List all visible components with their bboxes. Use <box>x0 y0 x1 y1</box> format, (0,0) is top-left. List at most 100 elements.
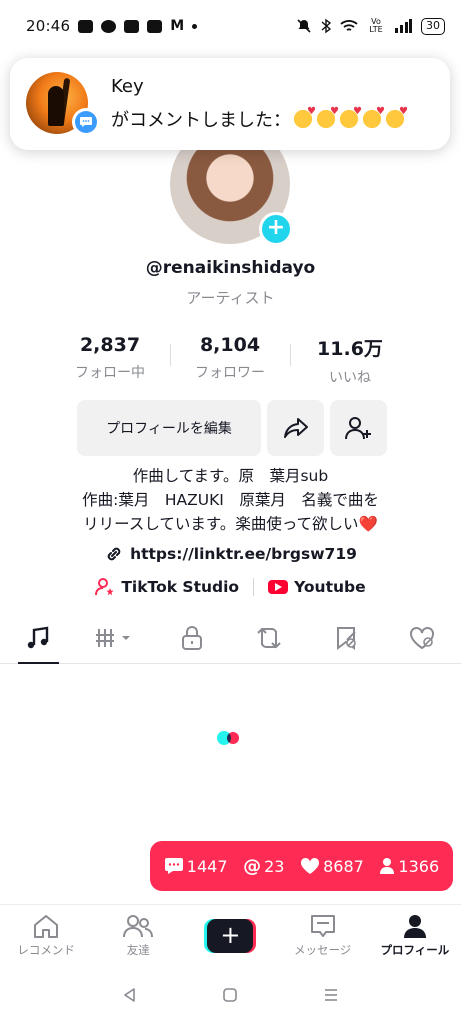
youtube-notification-icon <box>78 19 94 33</box>
followers-total: 1366 <box>398 856 440 876</box>
plus-icon: + <box>207 918 254 953</box>
profile-link[interactable]: https://linktr.ee/brgsw719 <box>0 544 461 564</box>
likes-count: 11.6万 <box>317 338 383 360</box>
tab-reposts[interactable] <box>230 612 307 663</box>
home-icon <box>34 915 59 938</box>
capcut-notification-icon <box>124 19 140 33</box>
nav-profile[interactable]: プロフィール <box>369 905 461 966</box>
notification-text: がコメントしました： <box>111 110 291 131</box>
add-friend-button[interactable] <box>330 400 387 456</box>
status-bar: 20:46 M Vo LTE 30 <box>0 0 461 52</box>
tab-liked[interactable] <box>384 612 461 663</box>
capcut-notification-icon-2 <box>147 19 163 33</box>
followers-label: フォロワー <box>195 365 265 381</box>
likes-label: いいね <box>329 370 371 386</box>
comment-bubble-icon <box>75 111 97 133</box>
share-profile-button[interactable] <box>267 400 324 456</box>
profile-bio: 作曲してます。原 葉月sub 作曲:葉月 HAZUKI 原葉月 名義で曲を リリ… <box>0 464 461 536</box>
tab-playlists[interactable] <box>77 612 154 663</box>
tab-favorites[interactable] <box>307 612 384 663</box>
loading-spinner <box>217 730 243 746</box>
profile-link-text: https://linktr.ee/brgsw719 <box>130 545 357 563</box>
nav-home-label: レコメンド <box>17 943 75 957</box>
nav-friends-label: 友達 <box>126 943 150 957</box>
smiling-hearts-emoji <box>315 106 339 129</box>
at-sign-icon: @ <box>243 855 262 877</box>
signal-icon <box>395 19 412 33</box>
back-triangle-icon[interactable] <box>122 987 138 1003</box>
bottom-navigation: レコメンド 友達 + メッセージ プロフィール <box>0 904 461 966</box>
liked-icon <box>410 626 435 649</box>
add-user-icon <box>344 417 371 440</box>
tab-private[interactable] <box>154 612 231 663</box>
recents-menu-icon[interactable] <box>323 987 339 1003</box>
app-notification-icon <box>101 19 117 33</box>
tiktok-studio-label: TikTok Studio <box>121 578 240 596</box>
bookmark-icon <box>336 626 356 650</box>
share-arrow-icon <box>283 418 308 438</box>
battery-indicator: 30 <box>421 17 445 35</box>
bio-line-1: 作曲してます。原 葉月sub <box>132 467 329 485</box>
link-icon <box>107 547 121 561</box>
nav-home[interactable]: レコメンド <box>0 905 92 966</box>
nav-profile-label: プロフィール <box>380 943 450 957</box>
link-divider <box>253 578 255 596</box>
tiktok-studio-link[interactable]: TikTok Studio <box>95 577 239 597</box>
profile-category[interactable]: アーティスト <box>0 287 461 308</box>
create-plus-button[interactable]: + <box>204 918 257 953</box>
comments-count: 1447 <box>186 856 228 876</box>
friends-icon <box>123 915 154 938</box>
volte-label: Vo LTE <box>369 17 383 34</box>
bio-line-2: 作曲:葉月 HAZUKI 原葉月 名義で曲を <box>82 491 379 509</box>
notification-sender: Key <box>111 76 144 97</box>
inbox-icon <box>310 915 335 937</box>
notification-message: がコメントしました： <box>111 106 408 132</box>
nav-friends[interactable]: 友達 <box>92 905 184 966</box>
external-links: TikTok Studio Youtube <box>0 577 461 597</box>
profile-tabs <box>0 612 461 664</box>
smiling-hearts-emoji <box>384 106 408 129</box>
edit-profile-button[interactable]: プロフィールを編集 <box>77 400 261 456</box>
comment-badge <box>72 108 100 136</box>
mail-icon: M <box>170 18 185 34</box>
mute-icon <box>297 19 311 33</box>
heart-icon <box>301 857 320 874</box>
likes-stat[interactable]: 11.6万 いいね <box>290 334 410 390</box>
studio-user-icon <box>95 578 114 596</box>
music-note-icon <box>28 626 49 648</box>
system-navigation <box>0 966 461 1024</box>
mentions-stat: @ 23 <box>243 856 284 877</box>
floating-stats-badge[interactable]: 1447 @ 23 8687 1366 <box>150 841 453 891</box>
likes-stat: 8687 <box>300 857 364 876</box>
smiling-hearts-emoji <box>292 106 316 129</box>
followers-stat[interactable]: 8,104 フォロワー <box>170 334 290 390</box>
person-icon <box>380 858 395 874</box>
add-story-plus-button[interactable]: + <box>259 212 293 246</box>
bio-line-3-wrap: リリースしています。楽曲使って欲しい❤️ <box>0 512 461 536</box>
lock-icon <box>181 625 202 650</box>
followers-stat: 1366 <box>379 857 439 876</box>
smiling-hearts-emoji <box>338 106 362 129</box>
following-label: フォロー中 <box>75 365 145 381</box>
following-count: 2,837 <box>79 334 141 356</box>
profile-actions: プロフィールを編集 <box>77 400 387 456</box>
status-time: 20:46 <box>26 17 71 35</box>
repost-icon <box>257 627 281 648</box>
youtube-icon <box>268 580 289 594</box>
nav-inbox[interactable]: メッセージ <box>277 905 369 966</box>
youtube-label: Youtube <box>294 578 366 596</box>
home-square-icon[interactable] <box>222 987 238 1003</box>
wifi-icon <box>340 20 358 31</box>
nav-inbox-label: メッセージ <box>294 943 352 957</box>
following-stat[interactable]: 2,837 フォロー中 <box>50 334 170 390</box>
comment-notification[interactable]: Key がコメントしました： <box>10 58 450 150</box>
followers-count: 8,104 <box>199 334 261 356</box>
nav-create[interactable]: + <box>184 905 276 966</box>
profile-icon <box>403 915 426 938</box>
tab-music[interactable] <box>0 612 77 664</box>
smiling-hearts-emoji <box>361 106 385 129</box>
youtube-link[interactable]: Youtube <box>268 578 366 596</box>
comment-icon <box>164 858 183 874</box>
more-notifications-dot <box>192 23 198 29</box>
profile-stats: 2,837 フォロー中 8,104 フォロワー 11.6万 いいね <box>50 334 410 390</box>
